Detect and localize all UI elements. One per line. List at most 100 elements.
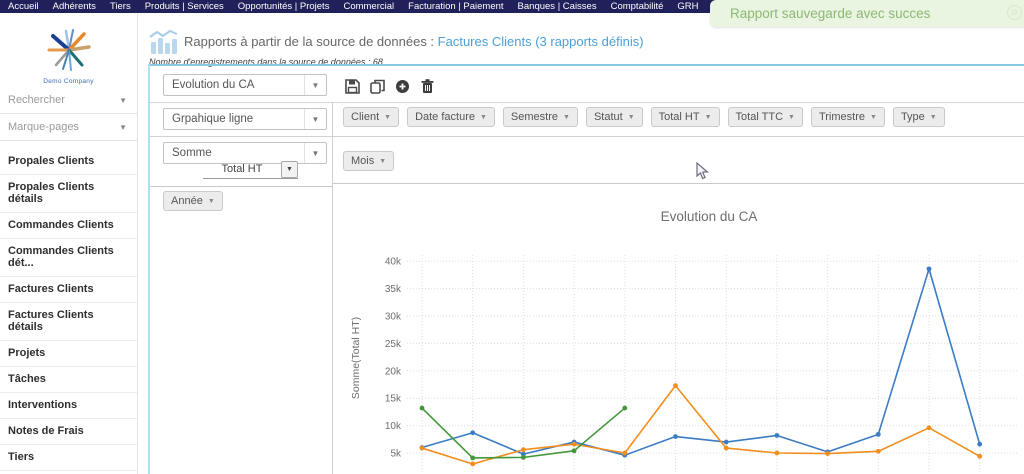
- data-source-link[interactable]: Factures Clients (3 rapports définis): [438, 34, 644, 49]
- divider: [150, 102, 1024, 103]
- field-chip[interactable]: Total TTC▼: [728, 107, 803, 127]
- serie-orange-point: [825, 451, 830, 456]
- page-title: Rapports à partir de la source de donnée…: [184, 34, 644, 49]
- report-select-value: Evolution du CA: [164, 79, 304, 91]
- company-logo: Demo Company: [34, 27, 104, 85]
- nav-item-facturation-paiement[interactable]: Facturation | Paiement: [408, 1, 503, 12]
- sidebar-item[interactable]: Factures Clients détails: [0, 303, 137, 341]
- copy-icon[interactable]: [369, 78, 386, 95]
- chevron-down-icon: ▼: [563, 114, 570, 121]
- field-chip[interactable]: Date facture ▼: [407, 107, 495, 127]
- sidebar-item[interactable]: Interventions: [0, 393, 137, 419]
- nav-item-opportunit-s-projets[interactable]: Opportunités | Projets: [238, 1, 330, 12]
- serie-orange: [422, 386, 980, 464]
- svg-text:5k: 5k: [390, 449, 402, 460]
- sidebar-item[interactable]: Propales Clients: [0, 149, 137, 175]
- sidebar-search-dropdown[interactable]: Rechercher ▼: [0, 87, 137, 114]
- field-chip-label: Trimestre: [819, 111, 865, 123]
- serie-bleue-point: [927, 266, 932, 271]
- sidebar-item[interactable]: Commandes Clients dét...: [0, 239, 137, 277]
- chevron-down-icon[interactable]: ▼: [304, 143, 326, 163]
- chevron-down-icon: ▼: [870, 114, 877, 121]
- nav-item-comptabilit-[interactable]: Comptabilité: [611, 1, 664, 12]
- field-chip-label: Total HT: [659, 111, 700, 123]
- chart-type-select[interactable]: Grpahique ligne ▼: [163, 108, 327, 130]
- sidebar-report-list: Propales ClientsPropales Clients détails…: [0, 149, 137, 474]
- line-chart-svg: 40k35k30k25k20k15k10k5kEvolution du CASo…: [337, 183, 1024, 474]
- serie-bleue-point: [724, 440, 729, 445]
- aggregate-field-value: Total HT: [203, 163, 281, 175]
- nav-item-produits-services[interactable]: Produits | Services: [145, 1, 224, 12]
- serie-verte-point: [521, 455, 526, 460]
- sidebar-item[interactable]: Factures Clients: [0, 277, 137, 303]
- field-chip-label: Client: [351, 111, 379, 123]
- serie-verte-point: [572, 448, 577, 453]
- nav-item-adh-rents[interactable]: Adhérents: [53, 1, 96, 12]
- serie-orange-point: [724, 446, 729, 451]
- panel-left-border: [148, 64, 150, 474]
- divider: [150, 136, 1024, 137]
- field-chip[interactable]: Trimestre ▼: [811, 107, 885, 127]
- aggregate-select-value: Somme: [164, 147, 304, 159]
- chevron-down-icon: ▼: [480, 114, 487, 121]
- sidebar-item[interactable]: Propales Clients détails: [0, 175, 137, 213]
- field-chip-label: Date facture: [415, 111, 475, 123]
- chevron-down-icon: ▼: [930, 114, 937, 121]
- nav-item-commercial[interactable]: Commercial: [343, 1, 394, 12]
- sidebar: Demo Company Rechercher ▼ Marque-pages ▼…: [0, 13, 138, 474]
- serie-orange-point: [673, 383, 678, 388]
- toast-close-icon[interactable]: ⊘: [1007, 5, 1022, 20]
- serie-orange-point: [876, 449, 881, 454]
- delete-icon[interactable]: [419, 78, 436, 95]
- row-axis-chip[interactable]: Année ▼: [163, 191, 223, 211]
- field-chip[interactable]: Total HT▼: [651, 107, 720, 127]
- report-chart-icon: [148, 29, 180, 56]
- sidebar-bookmarks-dropdown[interactable]: Marque-pages ▼: [0, 114, 137, 141]
- field-chip-label: Type: [901, 111, 925, 123]
- sidebar-item[interactable]: Tâches: [0, 367, 137, 393]
- nav-item-banques-caisses[interactable]: Banques | Caisses: [518, 1, 597, 12]
- svg-text:Evolution du CA: Evolution du CA: [661, 209, 758, 224]
- aggregate-field-select[interactable]: Total HT ▼: [203, 160, 298, 179]
- field-chip[interactable]: Statut▼: [586, 107, 643, 127]
- chevron-down-icon[interactable]: ▼: [304, 75, 326, 95]
- add-icon[interactable]: [394, 78, 411, 95]
- serie-orange-point: [775, 451, 780, 456]
- serie-orange-point: [470, 462, 475, 467]
- chevron-down-icon: ▼: [119, 123, 127, 132]
- serie-verte-point: [470, 456, 475, 461]
- serie-bleue-point: [775, 433, 780, 438]
- save-success-toast: Rapport sauvegarde avec succes ⊘: [710, 0, 1024, 27]
- serie-orange-point: [927, 425, 932, 430]
- column-axis-chip[interactable]: Mois ▼: [343, 151, 394, 171]
- sidebar-item[interactable]: Notes de Frais: [0, 419, 137, 445]
- serie-orange-point: [572, 442, 577, 447]
- chevron-down-icon: ▼: [281, 161, 298, 178]
- sidebar-search-label: Rechercher: [8, 94, 65, 106]
- report-select[interactable]: Evolution du CA ▼: [163, 74, 327, 96]
- sidebar-item[interactable]: Tiers: [0, 445, 137, 471]
- svg-text:15k: 15k: [385, 394, 402, 405]
- serie-orange-point: [521, 447, 526, 452]
- serie-bleue-point: [470, 430, 475, 435]
- svg-text:10k: 10k: [385, 421, 402, 432]
- sidebar-bookmarks-label: Marque-pages: [8, 121, 79, 133]
- serie-bleue-point: [876, 432, 881, 437]
- chevron-down-icon: ▼: [208, 198, 215, 205]
- serie-verte-point: [420, 406, 425, 411]
- svg-text:20k: 20k: [385, 366, 402, 377]
- nav-item-grh[interactable]: GRH: [677, 1, 698, 12]
- field-chips-row: Client▼Date facture▼Semestre▼Statut▼Tota…: [343, 107, 945, 127]
- svg-text:30k: 30k: [385, 312, 402, 323]
- save-icon[interactable]: [344, 78, 361, 95]
- field-chip[interactable]: Client▼: [343, 107, 399, 127]
- serie-orange-point: [420, 446, 425, 451]
- nav-item-tiers[interactable]: Tiers: [110, 1, 131, 12]
- sidebar-item[interactable]: Projets: [0, 341, 137, 367]
- chevron-down-icon[interactable]: ▼: [304, 109, 326, 129]
- nav-item-accueil[interactable]: Accueil: [8, 1, 39, 12]
- panel-top-border: [148, 64, 1024, 66]
- field-chip[interactable]: Type ▼: [893, 107, 945, 127]
- sidebar-item[interactable]: Commandes Clients: [0, 213, 137, 239]
- field-chip[interactable]: Semestre▼: [503, 107, 578, 127]
